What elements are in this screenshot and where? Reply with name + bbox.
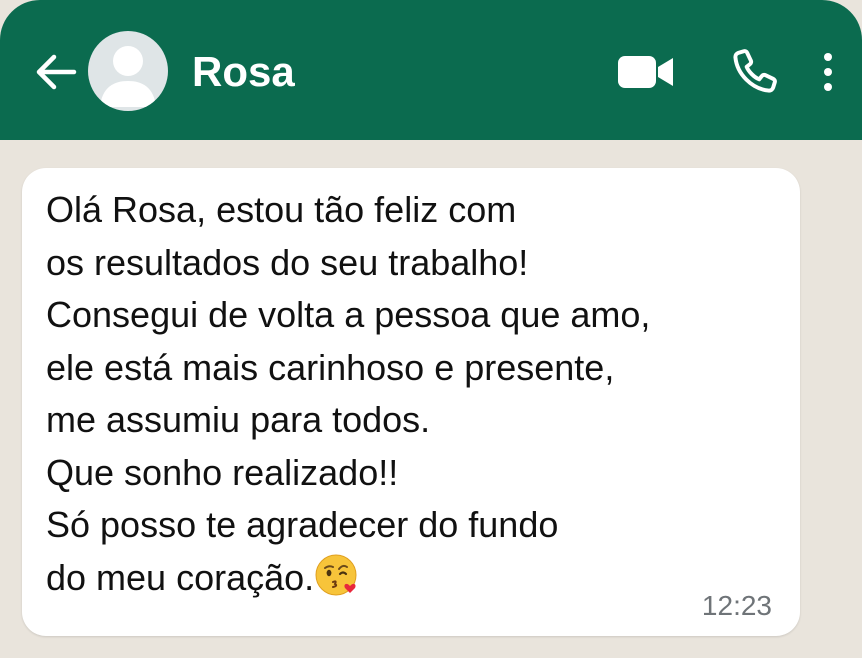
message-line: Olá Rosa, estou tão feliz com [46,189,517,230]
video-call-icon[interactable] [616,52,676,92]
more-options-icon[interactable] [818,48,838,96]
back-arrow-icon[interactable] [30,46,82,98]
message-last-line: do meu coração. [46,552,786,605]
message-line: Que sonho realizado!! [46,451,399,493]
voice-call-icon[interactable] [730,46,780,96]
message-line: Consegui de volta a pessoa que amo, [46,294,651,335]
avatar[interactable] [88,31,168,111]
message-line: do meu coração. [46,556,315,598]
message-line: os resultados do seu trabalho! [46,241,529,283]
message-text: Olá Rosa, estou tão feliz com os resulta… [46,184,786,604]
message-line: Só posso te agradecer do fundo [46,504,559,545]
contact-name[interactable]: Rosa [192,44,295,100]
chat-header: Rosa [0,0,862,140]
message-timestamp: 12:23 [701,590,772,621]
message-line: me assumiu para todos. [46,399,431,440]
message-line: ele está mais carinhoso e presente, [46,346,615,388]
face-blowing-kiss-emoji [314,552,360,598]
